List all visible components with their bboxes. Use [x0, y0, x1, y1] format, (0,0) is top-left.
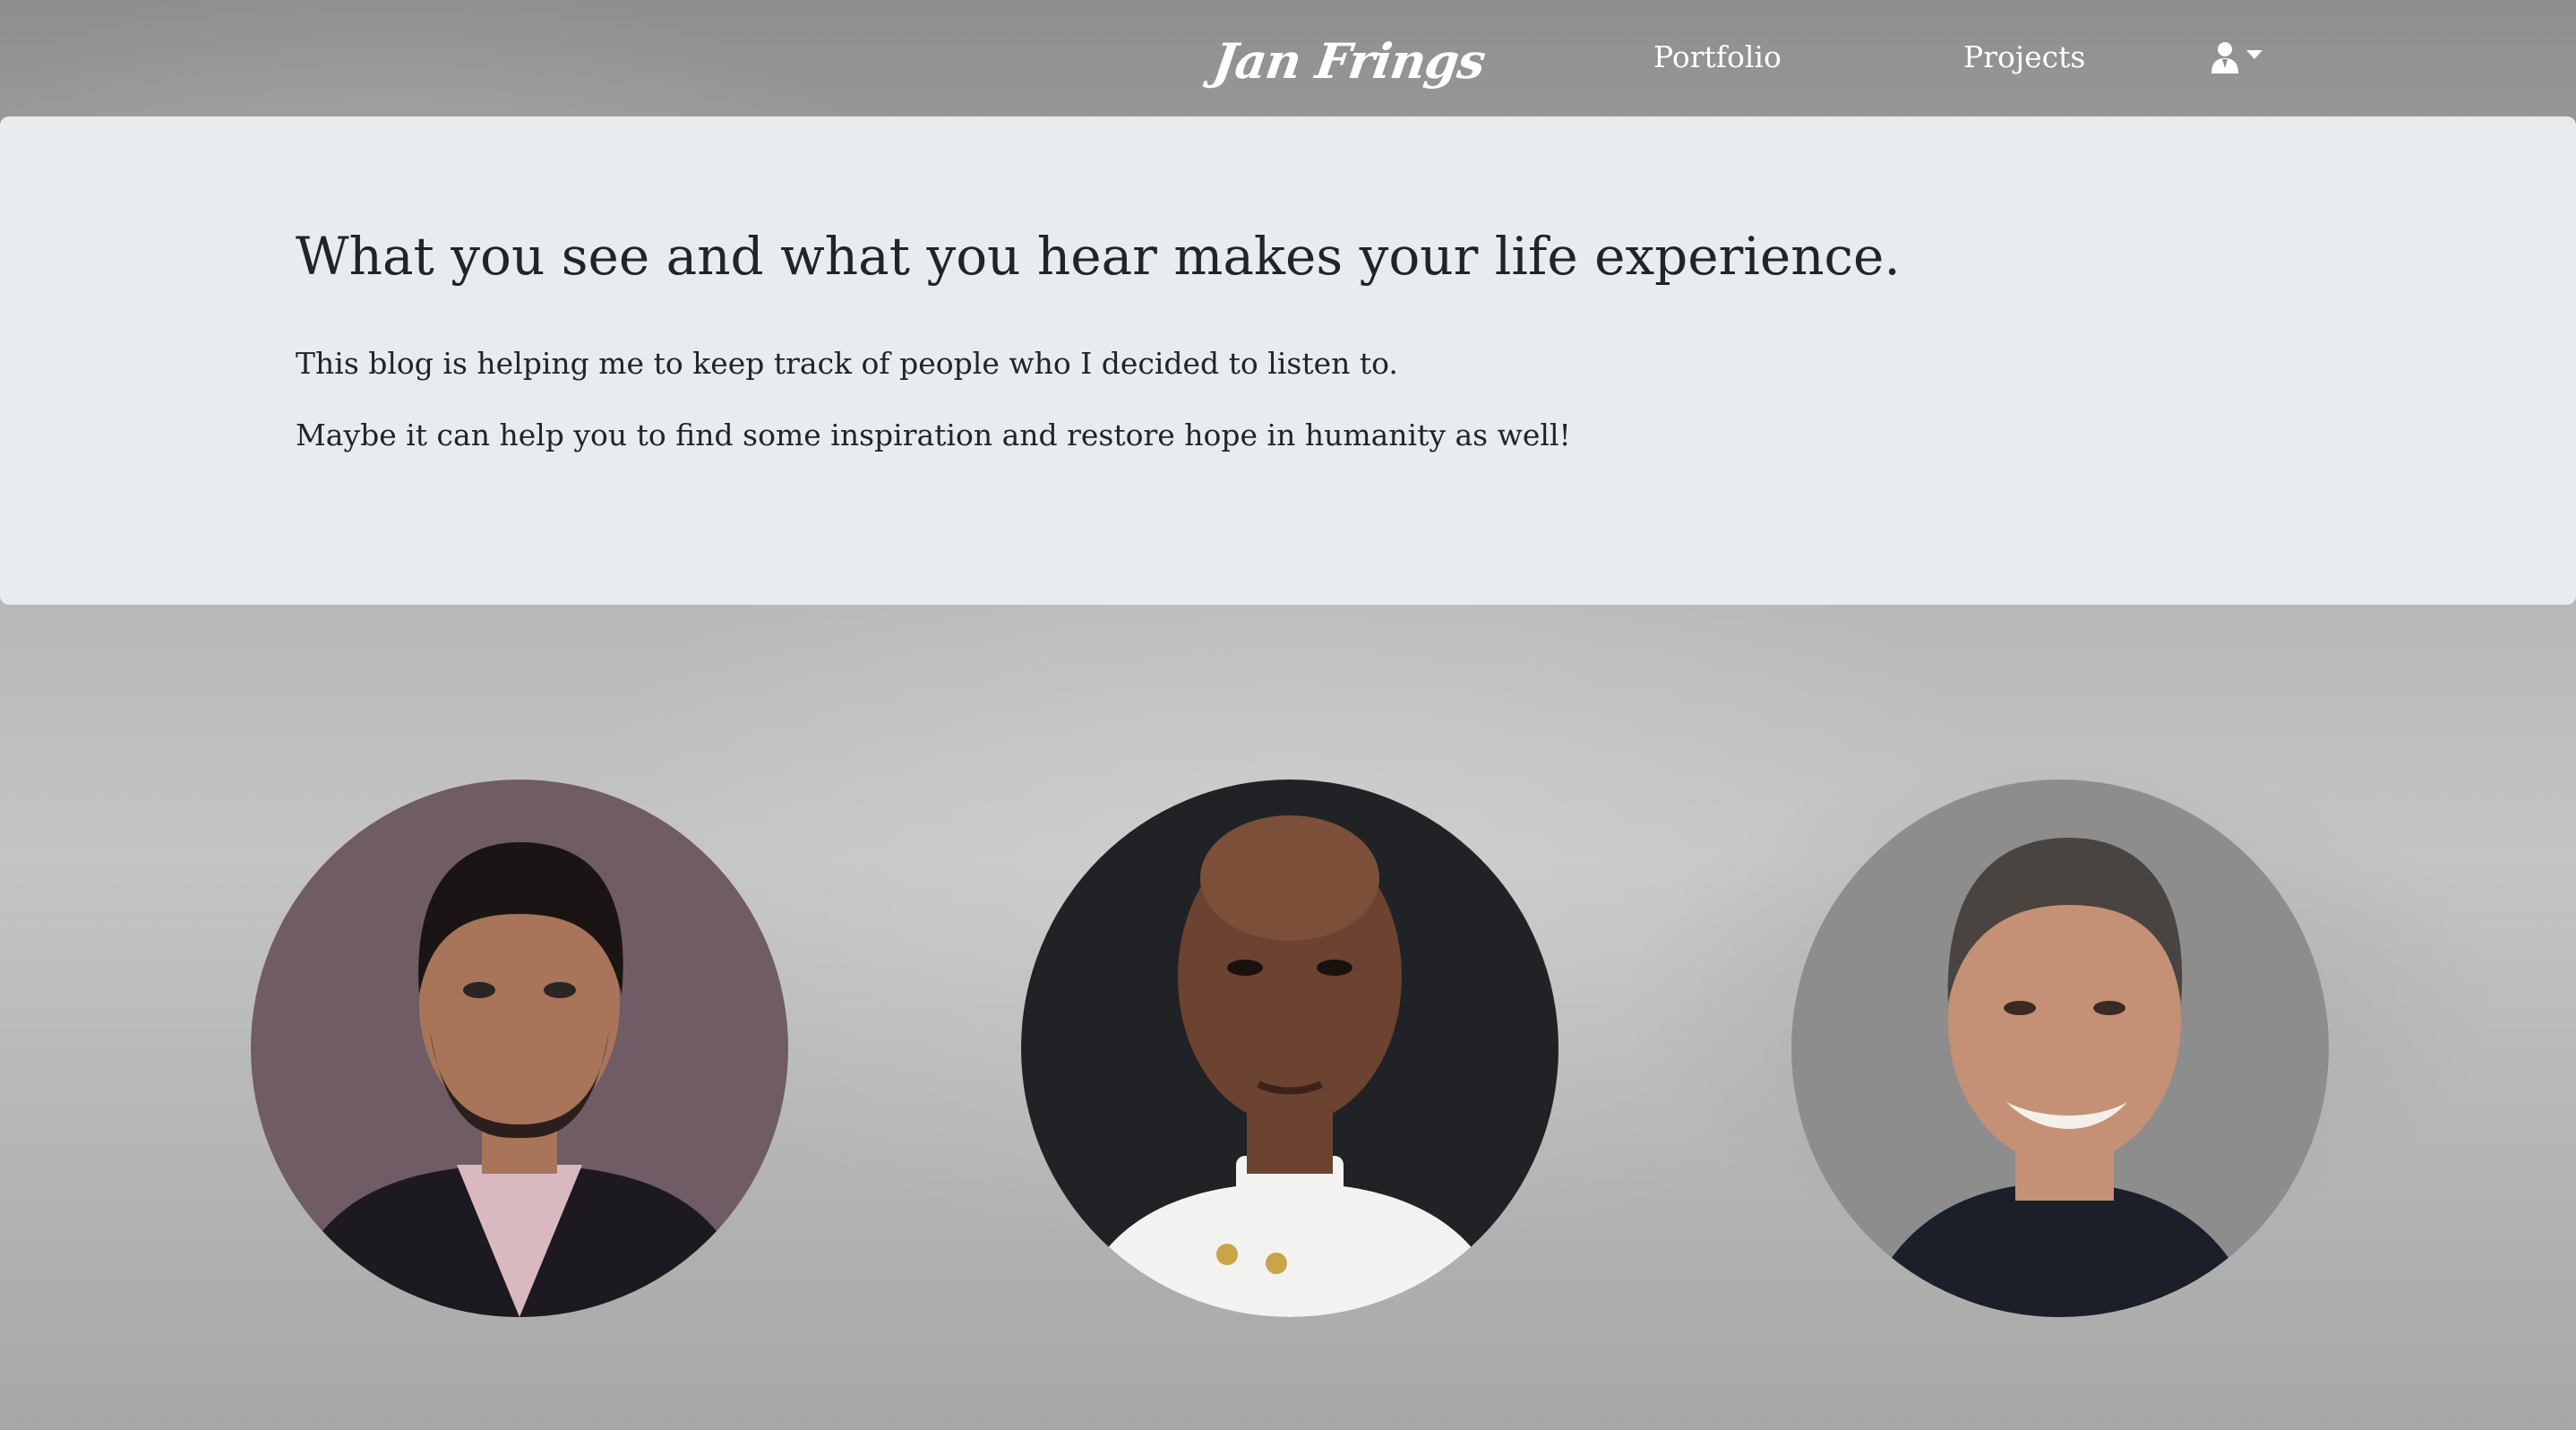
portrait-card[interactable] — [1791, 780, 2329, 1317]
nav-link-portfolio[interactable]: Portfolio — [1653, 39, 1782, 74]
chevron-down-icon — [2246, 50, 2263, 59]
navbar: Jan Frings Portfolio Projects — [0, 0, 2576, 116]
user-menu-dropdown[interactable] — [2211, 39, 2268, 75]
portrait-card[interactable] — [1021, 780, 1558, 1317]
portrait-photo — [251, 780, 788, 1317]
brand-logo-link[interactable]: Jan Frings — [1210, 32, 1489, 90]
portrait-photo — [1791, 780, 2329, 1317]
user-icon — [2211, 42, 2238, 73]
portrait-photo — [1021, 780, 1558, 1317]
intro-paragraph: This blog is helping me to keep track of… — [296, 346, 1398, 381]
nav-link-projects[interactable]: Projects — [1963, 39, 2085, 74]
page-headline: What you see and what you hear makes you… — [296, 226, 1901, 287]
intro-jumbotron: What you see and what you hear makes you… — [0, 116, 2576, 605]
portrait-card[interactable] — [251, 780, 788, 1317]
intro-paragraph: Maybe it can help you to find some inspi… — [296, 418, 1571, 452]
